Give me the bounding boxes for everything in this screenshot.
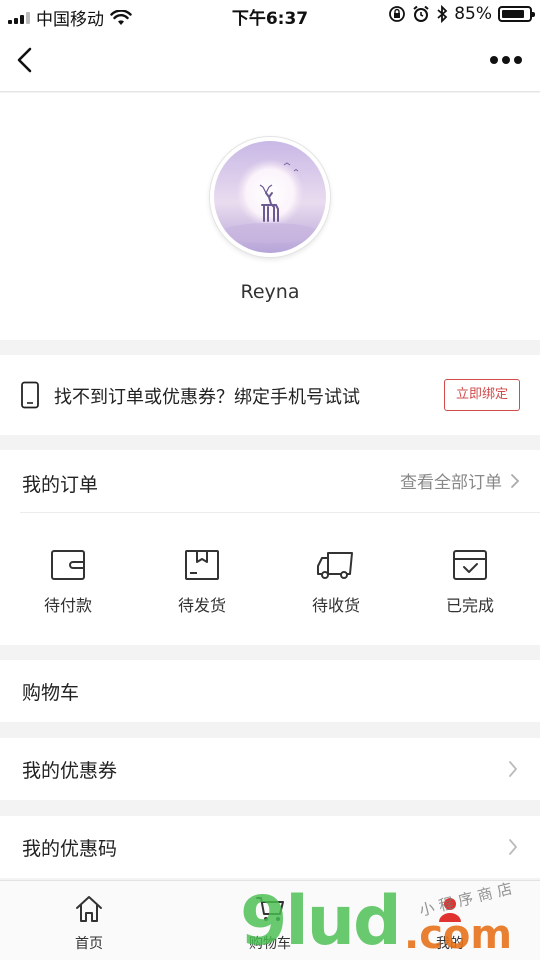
order-label: 待发货 (177, 596, 226, 615)
bind-phone-text: 找不到订单或优惠券？绑定手机号试试 (54, 387, 360, 408)
bluetooth-icon (437, 5, 448, 23)
bind-now-button[interactable]: 立即绑定 (444, 379, 520, 411)
view-all-orders-link[interactable]: 查看全部订单 (400, 468, 520, 493)
battery-fill (502, 10, 525, 18)
order-label: 待收货 (311, 596, 360, 615)
status-right: 85% (388, 4, 535, 24)
home-icon (76, 896, 102, 922)
my-promo-codes-row[interactable]: 我的优惠码 (0, 816, 540, 878)
bind-phone-banner: 找不到订单或优惠券？绑定手机号试试 立即绑定 (0, 355, 540, 435)
watermark-suffix: .com (404, 912, 513, 958)
alarm-icon (413, 5, 429, 22)
box-icon (185, 550, 219, 580)
nav-bar (0, 30, 540, 92)
more-dots-icon (490, 56, 498, 64)
order-pending-receipt[interactable]: 待收货 (276, 548, 396, 616)
orders-section: 我的订单 查看全部订单 待付款 待发货 待收货 已完成 (0, 450, 540, 645)
battery-icon (498, 6, 535, 22)
battery-percent: 85% (454, 4, 492, 24)
avatar[interactable] (210, 137, 330, 257)
my-coupons-label: 我的优惠券 (22, 760, 118, 782)
chevron-left-icon (17, 47, 32, 73)
profile-section: Reyna (0, 93, 540, 340)
username: Reyna (240, 281, 300, 303)
order-completed[interactable]: 已完成 (410, 548, 530, 616)
watermark-text: 9lud (240, 882, 402, 960)
orders-divider (20, 512, 540, 513)
my-promo-codes-label: 我的优惠码 (22, 838, 118, 860)
my-coupons-row[interactable]: 我的优惠券 (0, 738, 540, 800)
status-bar: 中国移动 下午6:37 85% (0, 0, 540, 30)
order-pending-shipment[interactable]: 待发货 (142, 548, 262, 616)
order-pending-payment[interactable]: 待付款 (8, 548, 128, 616)
chevron-right-icon (509, 839, 518, 855)
chevron-right-icon (509, 761, 518, 777)
cart-row-label: 购物车 (22, 682, 80, 704)
order-label: 待付款 (43, 596, 92, 615)
truck-icon (317, 552, 353, 579)
check-calendar-icon (453, 550, 487, 580)
tab-label: 首页 (75, 936, 103, 952)
cart-row[interactable]: 购物车 (0, 660, 540, 722)
view-all-orders-label: 查看全部订单 (400, 473, 502, 493)
back-button[interactable] (10, 42, 46, 78)
wallet-icon (51, 550, 85, 580)
orders-title: 我的订单 (22, 474, 99, 496)
orientation-lock-icon (389, 6, 406, 22)
deer-avatar-image (214, 141, 326, 253)
chevron-right-icon (511, 473, 520, 488)
more-button[interactable] (486, 46, 526, 74)
order-label: 已完成 (445, 596, 494, 615)
tab-home[interactable]: 首页 (49, 893, 129, 953)
phone-icon (21, 381, 39, 409)
